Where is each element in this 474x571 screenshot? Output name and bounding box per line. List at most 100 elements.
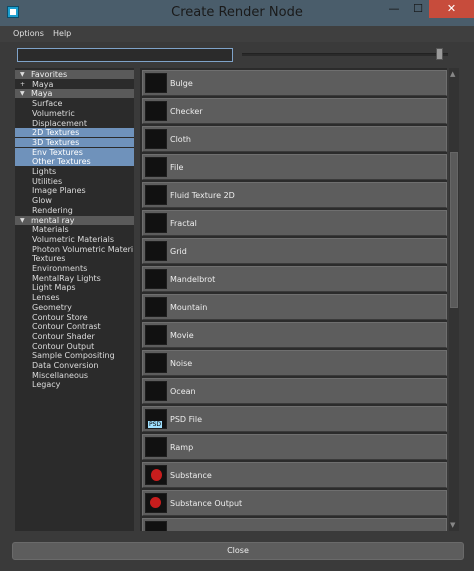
node-label: Checker (170, 107, 203, 116)
tree-item[interactable]: Light Maps (15, 283, 134, 292)
node-row[interactable]: Grid (142, 238, 447, 264)
node-row[interactable]: Mountain (142, 294, 447, 320)
tree-item[interactable]: Glow (15, 196, 134, 205)
tree-item[interactable]: Sample Compositing (15, 351, 134, 360)
scroll-down-arrow-icon[interactable]: ▼ (450, 521, 455, 529)
tree-item[interactable]: Contour Store (15, 313, 134, 322)
tree-item[interactable]: Volumetric (15, 109, 134, 118)
tree-section-header[interactable]: ▼ mental ray (15, 215, 134, 225)
tree-item[interactable]: Volumetric Materials (15, 235, 134, 244)
movie-icon (145, 325, 167, 345)
tree-item[interactable]: Miscellaneous (15, 371, 134, 380)
ocean-icon (145, 381, 167, 401)
node-row[interactable]: Cloth (142, 126, 447, 152)
node-row[interactable]: Movie (142, 322, 447, 348)
icon-size-slider[interactable] (242, 53, 448, 56)
node-label: Ocean (170, 387, 196, 396)
tree-item-label: Favorites (31, 70, 68, 79)
tree-item-label: Miscellaneous (32, 370, 89, 380)
search-input[interactable] (17, 48, 233, 62)
tree-item[interactable]: Lights (15, 167, 134, 176)
node-label: Movie (170, 331, 194, 340)
tree-item-label: mental ray (31, 215, 75, 225)
collapse-arrow-icon[interactable]: ▼ (20, 89, 25, 98)
scrollbar-thumb[interactable] (450, 152, 458, 308)
tree-item-label: Contour Shader (32, 331, 95, 341)
tree-item[interactable]: Textures (15, 254, 134, 263)
tree-item[interactable]: Legacy (15, 380, 134, 389)
node-row[interactable]: Substance Output (142, 490, 447, 516)
node-row[interactable]: Noise (142, 350, 447, 376)
node-row[interactable]: Ramp (142, 434, 447, 460)
tree-section-header[interactable]: ▼ Maya (15, 89, 134, 99)
substance-output-icon (145, 493, 167, 513)
collapse-arrow-icon[interactable]: ▼ (20, 70, 25, 79)
node-row[interactable]: Ocean (142, 378, 447, 404)
node-label: Cloth (170, 135, 191, 144)
tree-item[interactable]: 3D Textures (15, 137, 134, 147)
node-label: Substance Output (170, 499, 243, 508)
tree-item-label: Image Planes (32, 186, 86, 196)
mandelbrot-icon (145, 269, 167, 289)
tree-section-header[interactable]: ▼ Favorites (15, 70, 134, 79)
maximize-button[interactable]: ☐ (405, 0, 431, 18)
node-row[interactable]: Fluid Texture 2D (142, 182, 447, 208)
node-label: Mandelbrot (170, 275, 216, 284)
partial-node-row[interactable] (142, 518, 447, 531)
tree-item-label: Other Textures (32, 157, 91, 167)
tree-item[interactable]: Contour Shader (15, 332, 134, 341)
tree-item-label: Lenses (32, 293, 60, 303)
tree-item[interactable]: Environments (15, 264, 134, 273)
tree-item[interactable]: Materials (15, 225, 134, 234)
node-label: Substance (170, 471, 212, 480)
close-button[interactable]: Close (12, 542, 464, 560)
tree-item[interactable]: Surface (15, 99, 134, 108)
node-list: Bulge Checker Cloth File Fluid Texture 2D Fra… (140, 68, 447, 531)
node-row[interactable]: PSD File (142, 406, 447, 432)
tree-item-label: Light Maps (32, 283, 76, 293)
tree-item[interactable]: MentalRay Lights (15, 274, 134, 283)
node-row[interactable]: Checker (142, 98, 447, 124)
collapse-arrow-icon[interactable]: ▼ (20, 216, 25, 225)
node-row[interactable]: File (142, 154, 447, 180)
tree-item[interactable]: Image Planes (15, 186, 134, 195)
tree-item-label: Data Conversion (32, 361, 99, 370)
tree-item[interactable]: Contour Contrast (15, 322, 134, 331)
tree-item[interactable]: Env Textures (15, 147, 134, 157)
tree-item-label: Volumetric Materials (32, 234, 115, 244)
node-row[interactable]: Fractal (142, 210, 447, 236)
tree-item[interactable]: 2D Textures (15, 128, 134, 138)
title-bar[interactable]: Create Render Node — ☐ ✕ (0, 0, 474, 26)
node-row[interactable]: Substance (142, 462, 447, 488)
tree-item-label: Volumetric (32, 108, 75, 118)
tree-item[interactable]: Displacement (15, 119, 134, 128)
tree-item[interactable]: Other Textures (15, 157, 134, 167)
tree-item[interactable]: Photon Volumetric Materi... (15, 245, 134, 254)
tree-item-label: Utilities (32, 176, 63, 186)
minimize-button[interactable]: — (381, 0, 407, 18)
menu-options[interactable]: Options (13, 29, 44, 38)
menu-bar: Options Help (0, 26, 474, 42)
tree-item[interactable]: Rendering (15, 206, 134, 215)
close-window-button[interactable]: ✕ (429, 0, 474, 18)
tree-item-label: Contour Contrast (32, 322, 101, 332)
node-label: Mountain (170, 303, 208, 312)
tree-item-label: Glow (32, 196, 52, 206)
tree-item[interactable]: Geometry (15, 303, 134, 312)
expand-plus-icon[interactable]: + (20, 80, 25, 89)
tree-item-label: Lights (32, 167, 57, 176)
node-row[interactable]: Mandelbrot (142, 266, 447, 292)
grid-icon (145, 241, 167, 261)
slider-handle[interactable] (436, 48, 443, 60)
node-list-scrollbar[interactable]: ▲ ▼ (449, 68, 459, 531)
scroll-up-arrow-icon[interactable]: ▲ (450, 70, 455, 78)
tree-item-label: Geometry (32, 302, 72, 312)
tree-item[interactable]: Utilities (15, 177, 134, 186)
node-row[interactable]: Bulge (142, 70, 447, 96)
tree-item[interactable]: Contour Output (15, 342, 134, 351)
tree-item-label: Contour Store (32, 312, 88, 322)
tree-item[interactable]: + Maya (15, 80, 134, 89)
tree-item[interactable]: Lenses (15, 293, 134, 302)
tree-item[interactable]: Data Conversion (15, 361, 134, 370)
menu-help[interactable]: Help (53, 29, 71, 38)
